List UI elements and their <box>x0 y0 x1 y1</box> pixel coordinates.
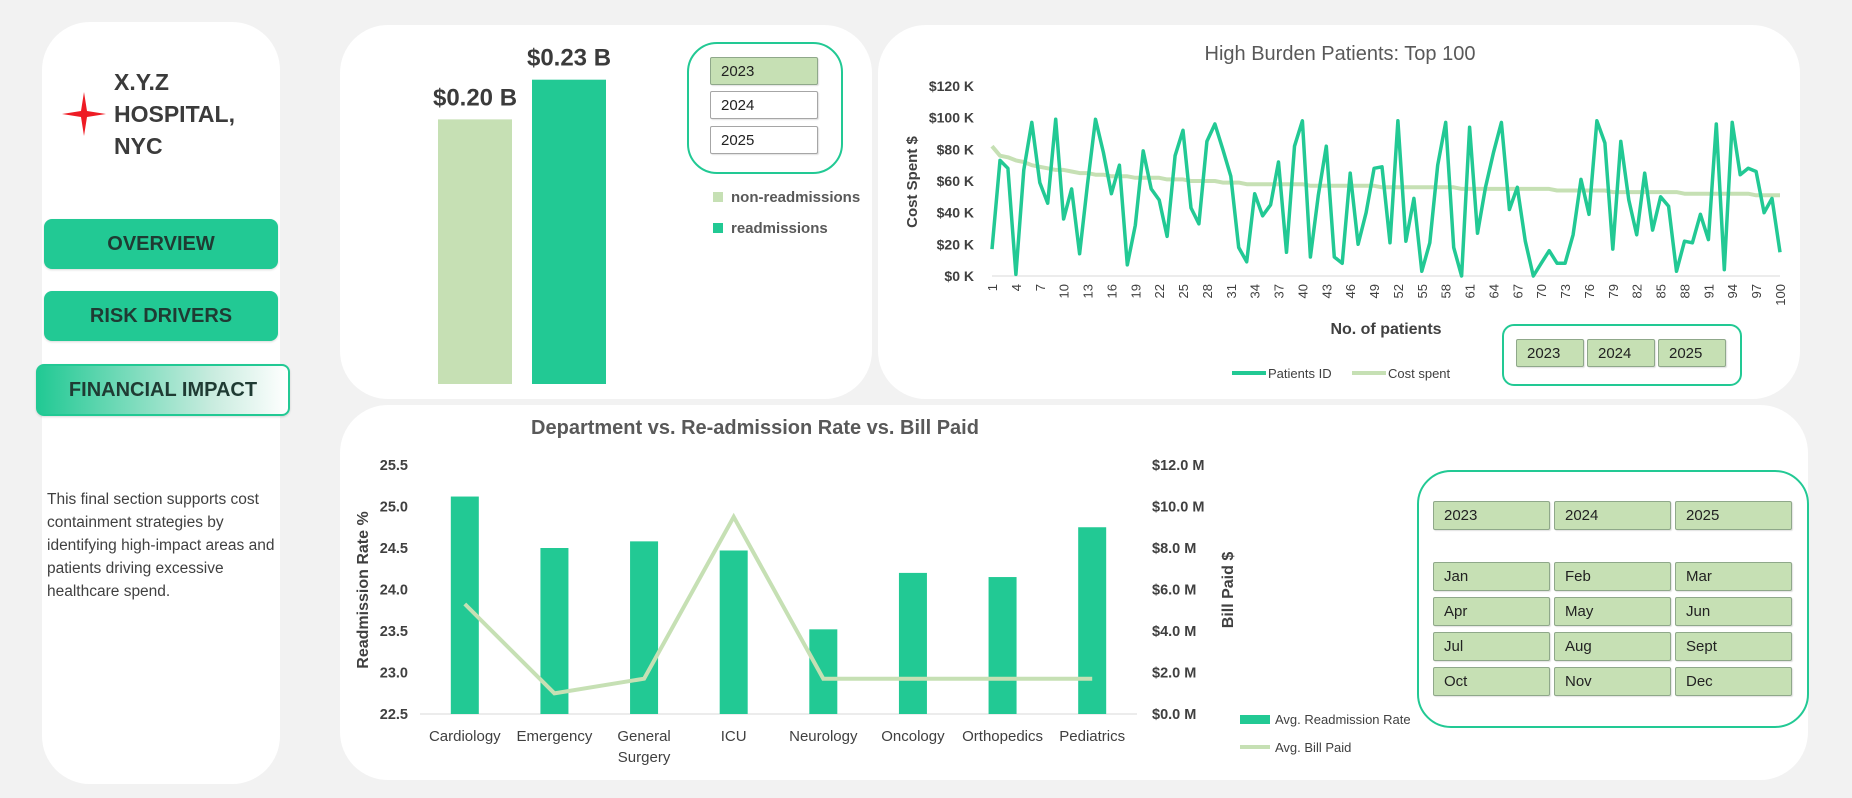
dept-month-jan[interactable]: Jan <box>1433 562 1550 591</box>
dept-month-apr[interactable]: Apr <box>1433 597 1550 626</box>
dept-x-tick: Emergency <box>517 728 593 745</box>
dept-bar-emergency <box>540 548 569 714</box>
dept-y2-axis-label: Bill Paid $ <box>1220 552 1237 629</box>
dept-bar-neurology <box>809 629 838 714</box>
dept-x-tick: Neurology <box>789 728 858 745</box>
dept-y2-tick: $10.0 M <box>1152 500 1204 516</box>
dept-month-sept[interactable]: Sept <box>1675 632 1792 661</box>
dept-chart-title: Department vs. Re-admission Rate vs. Bil… <box>531 417 979 439</box>
dept-x-tick: Oncology <box>881 728 945 745</box>
dept-y-tick: 24.0 <box>380 583 408 599</box>
dept-x-tick: ICU <box>721 728 747 745</box>
dept-y-tick: 22.5 <box>380 707 408 723</box>
dept-y2-tick: $12.0 M <box>1152 458 1204 474</box>
dept-y2-tick: $2.0 M <box>1152 666 1196 682</box>
dept-y-tick: 23.0 <box>380 666 408 682</box>
dept-y2-tick: $4.0 M <box>1152 624 1196 640</box>
dept-month-oct[interactable]: Oct <box>1433 667 1550 696</box>
dept-bar-orthopedics <box>988 577 1017 714</box>
dept-y-axis-label: Readmission Rate % <box>355 511 372 668</box>
dept-bar-pediatrics <box>1078 527 1107 714</box>
dept-x-tick: General <box>617 728 670 745</box>
dept-y2-tick: $8.0 M <box>1152 541 1196 557</box>
dept-x-tick-line2: Surgery <box>618 749 671 766</box>
dept-x-tick: Pediatrics <box>1059 728 1125 745</box>
dept-bar-icu <box>719 550 748 714</box>
dept-y2-tick: $6.0 M <box>1152 583 1196 599</box>
dept-year-2025[interactable]: 2025 <box>1675 501 1792 530</box>
dept-month-feb[interactable]: Feb <box>1554 562 1671 591</box>
dept-year-2023[interactable]: 2023 <box>1433 501 1550 530</box>
dept-y-tick: 24.5 <box>380 541 408 557</box>
dept-y2-tick: $0.0 M <box>1152 707 1196 723</box>
dept-year-2024[interactable]: 2024 <box>1554 501 1671 530</box>
dept-month-jun[interactable]: Jun <box>1675 597 1792 626</box>
dept-month-dec[interactable]: Dec <box>1675 667 1792 696</box>
dept-month-jul[interactable]: Jul <box>1433 632 1550 661</box>
dept-x-tick: Cardiology <box>429 728 501 745</box>
dept-y-tick: 25.0 <box>380 500 408 516</box>
dept-month-may[interactable]: May <box>1554 597 1671 626</box>
dept-legend-bar-swatch <box>1240 715 1270 724</box>
dept-month-nov[interactable]: Nov <box>1554 667 1671 696</box>
dept-month-mar[interactable]: Mar <box>1675 562 1792 591</box>
dept-y-tick: 23.5 <box>380 624 408 640</box>
dept-legend-bar-label: Avg. Readmission Rate <box>1275 712 1411 727</box>
dept-legend-line-label: Avg. Bill Paid <box>1275 740 1351 755</box>
dept-y-tick: 25.5 <box>380 458 408 474</box>
dept-x-tick: Orthopedics <box>962 728 1043 745</box>
dept-bar-oncology <box>898 572 927 714</box>
dept-month-aug[interactable]: Aug <box>1554 632 1671 661</box>
dept-bar-general-surgery <box>630 541 659 714</box>
